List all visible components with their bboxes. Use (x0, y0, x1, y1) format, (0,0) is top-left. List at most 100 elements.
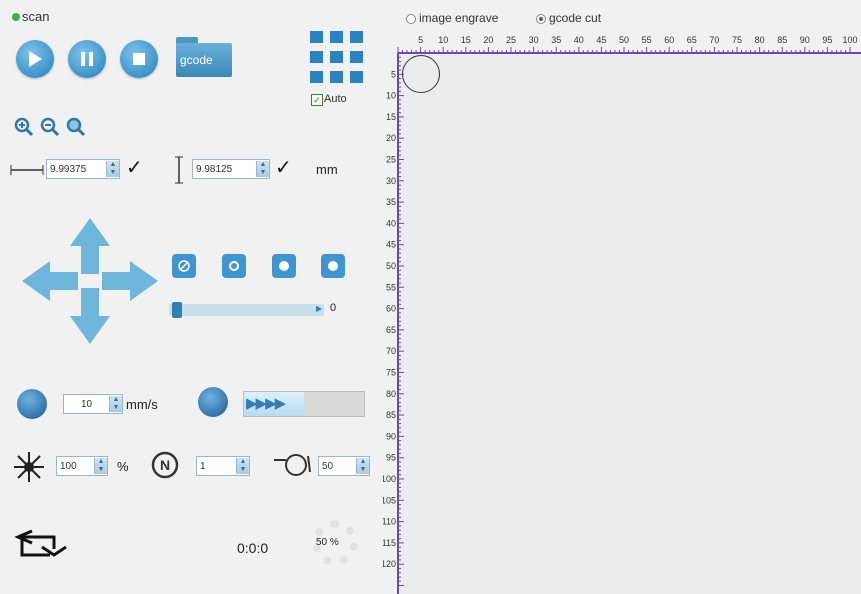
elapsed-time: 0:0:0 (237, 540, 269, 556)
x-ruler-label: 20 (483, 35, 493, 45)
x-ruler-label: 40 (574, 35, 584, 45)
y-ruler-label: 95 (386, 453, 396, 463)
laser-power-input[interactable]: 100 ▲ ▼ (56, 456, 108, 476)
auto-label: Auto (324, 93, 347, 105)
y-ruler-label: 35 (386, 197, 396, 207)
ruler-overlay: 5 10 15 20 25 30 35 40 45 50 55 60 65 70 75 80 85 90 95 100… (383, 35, 861, 594)
y-ruler-label: 60 (386, 304, 396, 314)
laser-high-button[interactable] (321, 254, 345, 278)
laser-power-icon (14, 452, 44, 482)
y-ruler-label: 65 (386, 325, 396, 335)
origin-marker (402, 55, 440, 93)
progress-percent: 50 % (316, 537, 339, 548)
slider-value: 0 (330, 302, 337, 314)
y-ruler-label: 70 (386, 346, 396, 356)
x-ruler-label: 5 (418, 35, 423, 45)
grid-layout-button[interactable] (308, 29, 364, 87)
zoom-in-icon[interactable] (14, 117, 34, 137)
x-ruler-label: 10 (438, 35, 448, 45)
laser-mid-button[interactable] (272, 254, 296, 278)
jog-pad (22, 218, 158, 344)
x-ruler-label: 15 (461, 35, 471, 45)
laser-power-stepper[interactable]: ▲ ▼ (94, 458, 107, 474)
jog-down-arrow (70, 288, 110, 344)
height-stepper[interactable]: ▲ ▼ (256, 161, 269, 177)
y-ruler-label: 55 (386, 282, 396, 292)
jog-slider[interactable] (169, 304, 324, 316)
mode-radio-image-engrave[interactable] (406, 14, 416, 24)
scan-status-indicator (12, 13, 20, 21)
scan-label: scan (22, 9, 50, 24)
gcode-label: gcode (180, 53, 213, 67)
dimension-unit: mm (316, 162, 338, 177)
speed-icon (17, 389, 47, 419)
third-param-stepper[interactable]: ▲ ▼ (356, 458, 369, 474)
speed-stepper[interactable]: ▲ ▼ (109, 396, 122, 412)
y-ruler-label: 15 (386, 112, 396, 122)
third-param-input[interactable]: 50 ▲ ▼ (318, 456, 370, 476)
mode-radio-gcode-cut[interactable] (536, 14, 546, 24)
zoom-fit-icon[interactable] (66, 117, 86, 137)
y-ruler-label: 110 (383, 517, 396, 527)
travel-speed-icon (198, 387, 228, 417)
jog-slider-thumb[interactable] (172, 302, 182, 318)
x-ruler-label: 25 (506, 35, 516, 45)
x-ruler-label: 30 (529, 35, 539, 45)
prohibit-icon (178, 260, 190, 272)
svg-text:N: N (160, 457, 170, 473)
laser-low-button[interactable] (222, 254, 246, 278)
y-ruler-label: 75 (386, 368, 396, 378)
jog-left-arrow (22, 261, 78, 301)
x-ruler-label: 45 (596, 35, 606, 45)
width-icon (10, 165, 44, 175)
slider-right-arrow: ▶ (316, 304, 323, 313)
x-ruler-label: 50 (619, 35, 629, 45)
open-gcode-button[interactable]: gcode (176, 37, 232, 77)
x-ruler-label: 95 (822, 35, 832, 45)
x-ruler-label: 65 (687, 35, 697, 45)
jog-up-arrow (70, 218, 110, 274)
y-ruler-label: 115 (383, 538, 396, 548)
x-ruler-label: 75 (732, 35, 742, 45)
x-ruler-label: 35 (551, 35, 561, 45)
width-apply-check[interactable]: ✓ (126, 155, 143, 180)
jog-right-arrow (102, 261, 158, 301)
width-stepper[interactable]: ▲ ▼ (106, 161, 119, 177)
mode-label-gcode-cut: gcode cut (549, 11, 602, 25)
passes-icon: N (151, 451, 179, 479)
x-ruler-label: 70 (709, 35, 719, 45)
y-ruler-label: 120 (383, 559, 396, 569)
y-ruler-label: 25 (386, 155, 396, 165)
y-ruler-label: 90 (386, 431, 396, 441)
x-ruler-label: 85 (777, 35, 787, 45)
laser-power-unit: % (117, 459, 129, 474)
width-input[interactable]: 9.99375 ▲ ▼ (46, 159, 120, 179)
pause-button[interactable] (68, 40, 106, 78)
y-ruler-label: 105 (383, 495, 396, 505)
speed-input[interactable]: 10 ▲ ▼ (63, 394, 123, 414)
height-icon (175, 156, 183, 184)
y-ruler-label: 45 (386, 240, 396, 250)
x-ruler-label: 60 (664, 35, 674, 45)
speed-unit: mm/s (126, 397, 158, 412)
passes-input[interactable]: 1 ▲ ▼ (196, 456, 250, 476)
dot-icon (328, 261, 338, 271)
height-apply-check[interactable]: ✓ (275, 155, 292, 180)
y-ruler-label: 5 (391, 69, 396, 79)
pause-icon (81, 52, 93, 66)
target-icon (229, 261, 239, 271)
auto-checkbox[interactable]: ✓ (311, 94, 323, 106)
delay-icon (274, 454, 311, 476)
play-button[interactable] (16, 40, 54, 78)
laser-off-button[interactable] (172, 254, 196, 278)
x-ruler-label: 55 (642, 35, 652, 45)
play-icon (29, 51, 42, 67)
height-input[interactable]: 9.98125 ▲ ▼ (192, 159, 270, 179)
y-ruler-label: 30 (386, 176, 396, 186)
repeat-icon[interactable] (12, 527, 68, 563)
y-ruler-label: 50 (386, 261, 396, 271)
y-ruler-label: 10 (386, 91, 396, 101)
passes-stepper[interactable]: ▲ ▼ (236, 458, 249, 474)
stop-button[interactable] (120, 40, 158, 78)
zoom-out-icon[interactable] (40, 117, 60, 137)
